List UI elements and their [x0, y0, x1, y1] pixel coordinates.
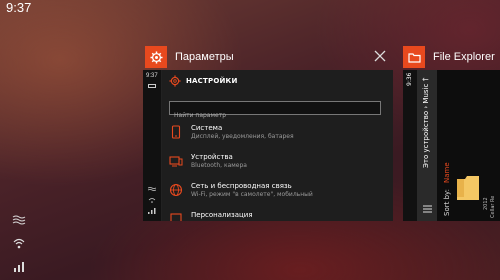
card-header: Параметры	[143, 45, 393, 69]
gear-icon	[149, 50, 163, 64]
wifi-icon	[13, 238, 25, 249]
item-subtitle: Wi-Fi, режим "в самолете", мобильный	[191, 191, 313, 198]
item-title: Персонализация	[191, 211, 253, 219]
globe-icon	[169, 183, 183, 197]
settings-title: НАСТРОЙКИ	[186, 77, 238, 85]
folder-date: 2012	[483, 197, 489, 210]
gear-icon	[169, 75, 181, 87]
settings-item-devices[interactable]: Устройства Bluetooth, камера	[169, 153, 384, 175]
settings-item-network[interactable]: Сеть и беспроводная связь Wi-Fi, режим "…	[169, 182, 384, 204]
file-explorer-app-icon	[403, 46, 425, 68]
task-card-settings[interactable]: Параметры 9:37 НАСТРОЙКИ Найти параметр …	[143, 45, 393, 221]
file-list[interactable]: Sort by: Name 2012 Cellar Re	[437, 70, 500, 221]
card-title: Параметры	[175, 51, 234, 63]
back-arrow-icon[interactable]: ←	[422, 75, 429, 84]
folder-name: Cellar Re	[490, 195, 496, 218]
search-input[interactable]	[170, 109, 380, 122]
hamburger-icon[interactable]	[423, 205, 432, 213]
item-subtitle: Дисплей, уведомления, батарея	[191, 133, 294, 140]
card-header: File Explorer	[403, 45, 500, 69]
item-title: Сеть и беспроводная связь	[191, 182, 292, 190]
folder-icon	[407, 52, 421, 63]
item-subtitle: Bluetooth, камера	[191, 162, 247, 169]
settings-app-icon	[145, 46, 167, 68]
folder-icon[interactable]	[455, 176, 481, 200]
settings-header: НАСТРОЙКИ	[169, 75, 238, 87]
item-title: Устройства	[191, 153, 233, 161]
devices-icon	[169, 156, 183, 167]
phone-time: 9:36	[406, 72, 413, 86]
phone-status-bar: 9:37	[143, 70, 162, 221]
battery-icon	[148, 84, 156, 88]
settings-preview[interactable]: 9:37 НАСТРОЙКИ Найти параметр Система Ди…	[143, 70, 393, 221]
settings-item-personalization[interactable]: Персонализация	[169, 211, 384, 221]
navigation-strip[interactable]: ← Это устройство › Music	[417, 70, 437, 221]
personalize-icon	[170, 213, 182, 221]
breadcrumb[interactable]: Это устройство › Music	[422, 84, 430, 168]
file-explorer-preview[interactable]: 9:36 ← Это устройство › Music Sort by: N…	[403, 70, 500, 221]
search-box[interactable]	[169, 101, 381, 122]
status-icons	[12, 214, 26, 272]
signal-icon	[148, 208, 156, 214]
item-title: Система	[191, 124, 223, 132]
vibrate-icon	[148, 187, 156, 191]
status-clock: 9:37	[6, 0, 32, 15]
close-icon[interactable]	[373, 49, 387, 63]
vibrate-icon	[12, 215, 26, 225]
card-title: File Explorer	[433, 51, 495, 63]
wifi-icon	[148, 198, 156, 203]
signal-icon	[14, 262, 24, 272]
task-card-file-explorer[interactable]: File Explorer 9:36 ← Это устройство › Mu…	[403, 45, 500, 221]
sort-label: Sort by:	[443, 188, 451, 216]
settings-item-system[interactable]: Система Дисплей, уведомления, батарея	[169, 124, 384, 146]
phone-time: 9:37	[146, 73, 158, 79]
sort-value[interactable]: Name	[443, 162, 451, 183]
phone-icon	[171, 125, 181, 139]
phone-status-bar: 9:36	[403, 70, 417, 221]
